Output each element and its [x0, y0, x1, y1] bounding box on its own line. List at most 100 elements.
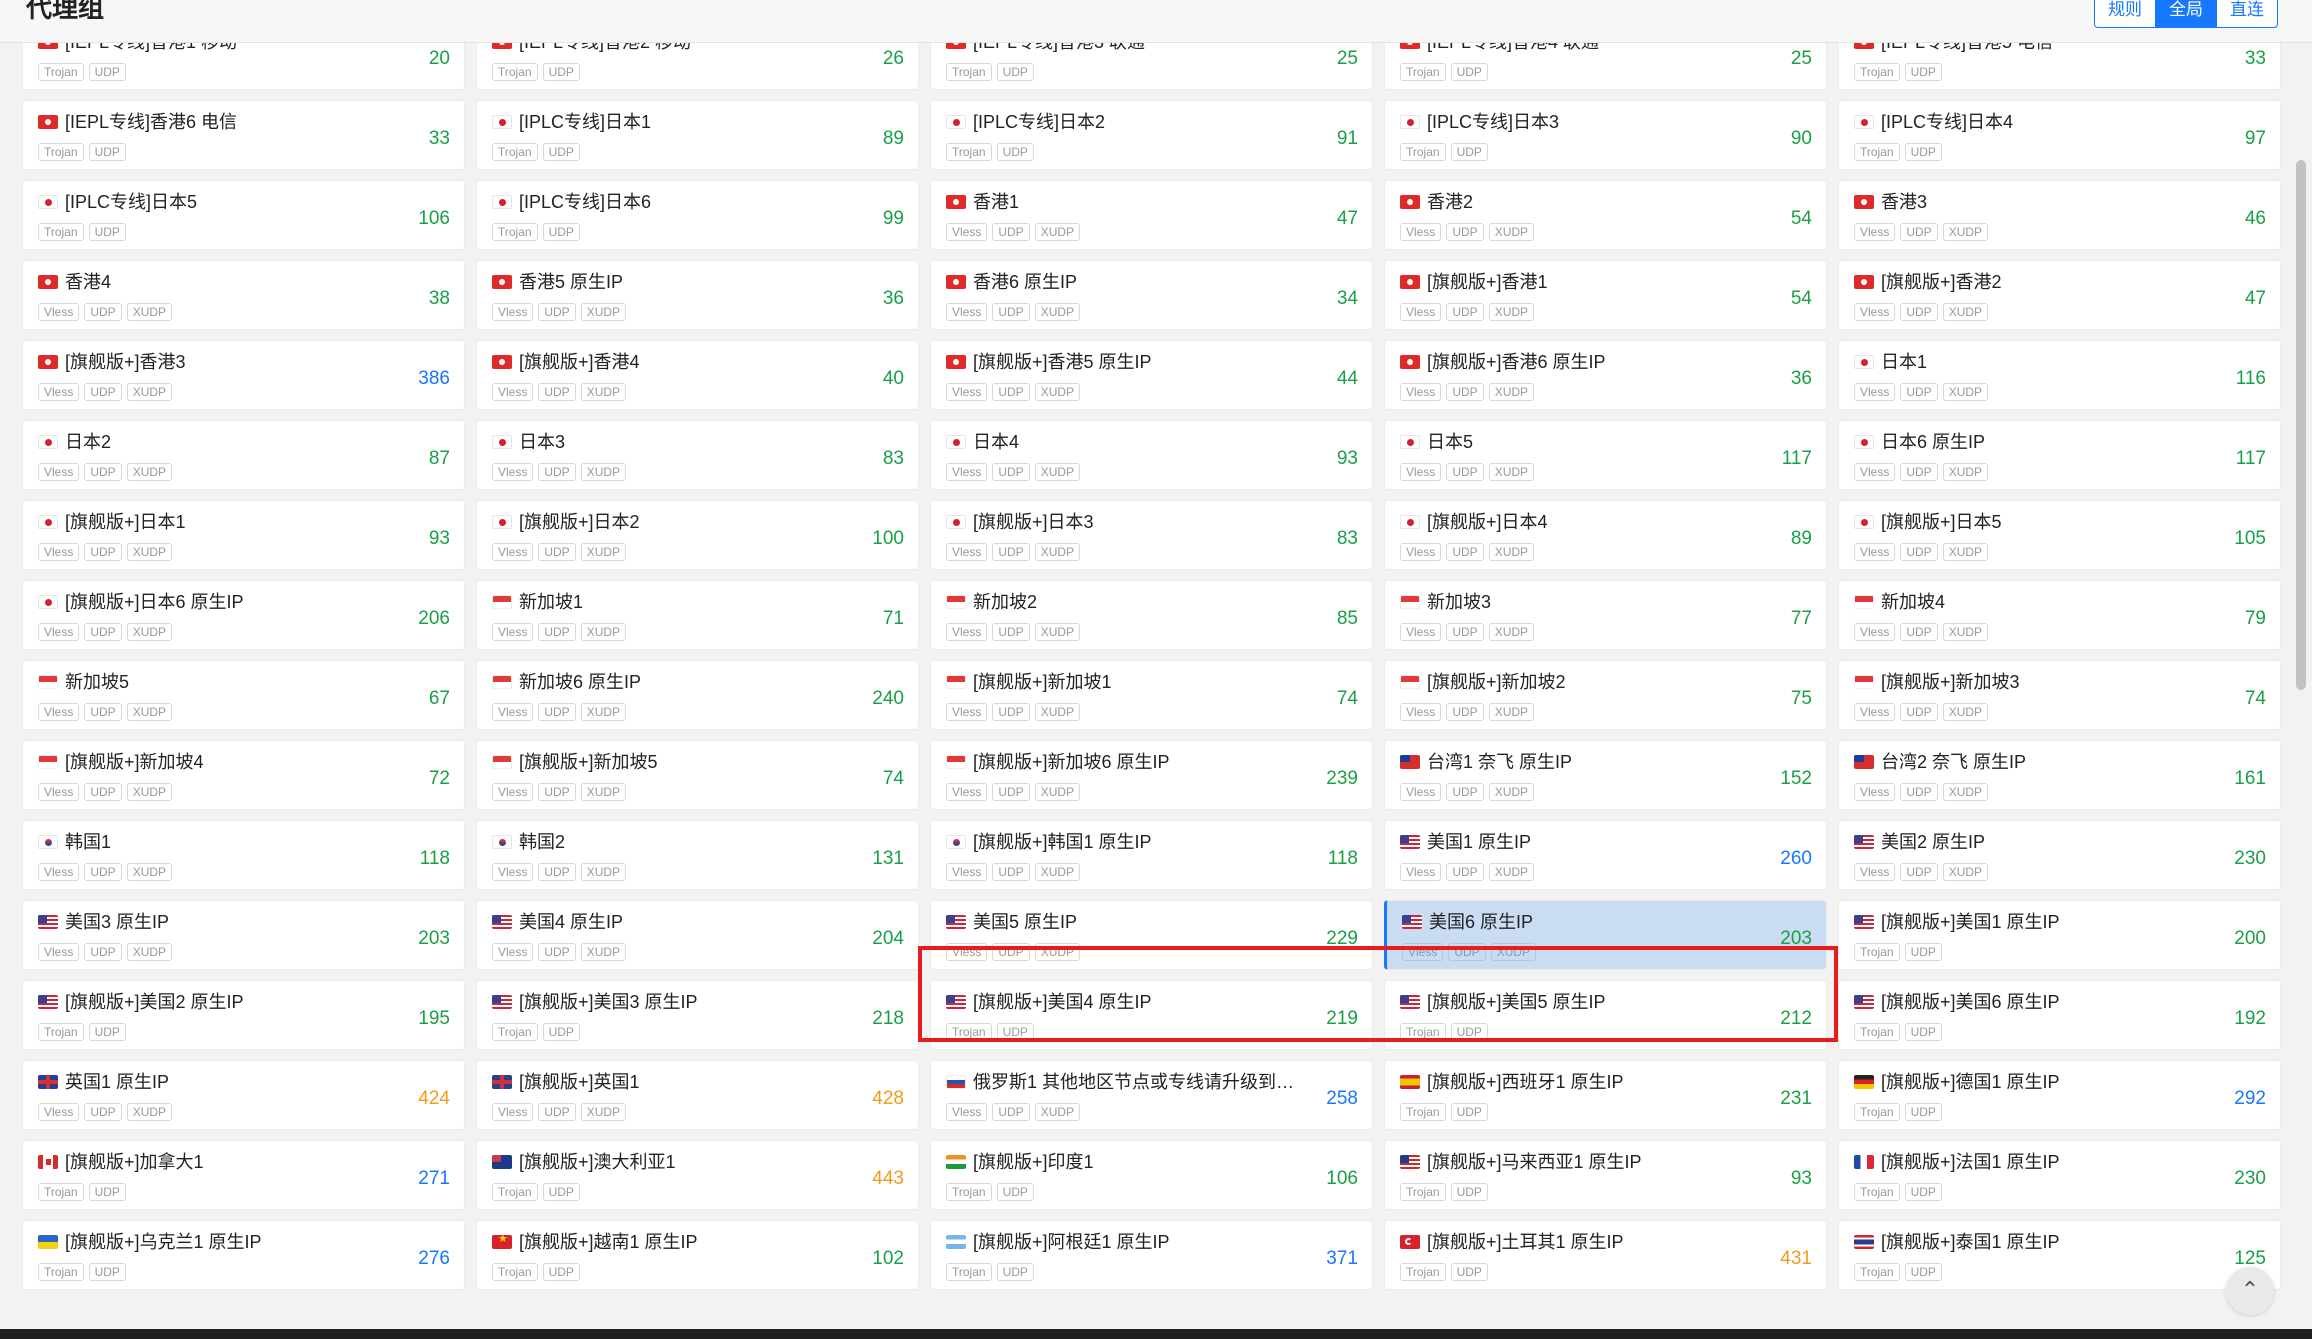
- latency-value[interactable]: 90: [1791, 127, 1812, 151]
- latency-value[interactable]: 91: [1337, 127, 1358, 151]
- proxy-card[interactable]: 美国3 原生IP Vless UDP XUDP 203: [22, 900, 465, 970]
- proxy-card[interactable]: 香港2 Vless UDP XUDP 54: [1384, 180, 1827, 250]
- proxy-card[interactable]: 香港3 Vless UDP XUDP 46: [1838, 180, 2281, 250]
- proxy-card[interactable]: [旗舰版+]香港4 Vless UDP XUDP 40: [476, 340, 919, 410]
- proxy-card[interactable]: [旗舰版+]香港3 Vless UDP XUDP 386: [22, 340, 465, 410]
- proxy-card[interactable]: [IPLC专线]日本1 Trojan UDP 89: [476, 100, 919, 170]
- latency-value[interactable]: 192: [2234, 1007, 2266, 1031]
- latency-value[interactable]: 118: [420, 847, 450, 871]
- latency-value[interactable]: 79: [2245, 607, 2266, 631]
- proxy-card[interactable]: [IPLC专线]日本2 Trojan UDP 91: [930, 100, 1373, 170]
- proxy-card[interactable]: 新加坡1 Vless UDP XUDP 71: [476, 580, 919, 650]
- proxy-card[interactable]: [旗舰版+]新加坡2 Vless UDP XUDP 75: [1384, 660, 1827, 730]
- proxy-card[interactable]: [旗舰版+]日本2 Vless UDP XUDP 100: [476, 500, 919, 570]
- latency-value[interactable]: 46: [2245, 207, 2266, 231]
- proxy-card[interactable]: [旗舰版+]乌克兰1 原生IP Trojan UDP 276: [22, 1220, 465, 1290]
- latency-value[interactable]: 83: [883, 447, 904, 471]
- scrollbar[interactable]: [2290, 42, 2312, 1324]
- latency-value[interactable]: 230: [2234, 1167, 2266, 1191]
- latency-value[interactable]: 47: [1337, 207, 1358, 231]
- proxy-card[interactable]: [旗舰版+]新加坡4 Vless UDP XUDP 72: [22, 740, 465, 810]
- proxy-card[interactable]: 英国1 原生IP Vless UDP XUDP 424: [22, 1060, 465, 1130]
- latency-value[interactable]: 106: [418, 207, 450, 231]
- latency-value[interactable]: 93: [1337, 447, 1358, 471]
- proxy-card[interactable]: [旗舰版+]日本1 Vless UDP XUDP 93: [22, 500, 465, 570]
- proxy-card[interactable]: 新加坡3 Vless UDP XUDP 77: [1384, 580, 1827, 650]
- latency-value[interactable]: 93: [1791, 1167, 1812, 1191]
- proxy-card[interactable]: 新加坡4 Vless UDP XUDP 79: [1838, 580, 2281, 650]
- latency-value[interactable]: 106: [1326, 1167, 1358, 1191]
- proxy-card[interactable]: 日本5 Vless UDP XUDP 117: [1384, 420, 1827, 490]
- latency-value[interactable]: 89: [883, 127, 904, 151]
- latency-value[interactable]: 131: [872, 847, 904, 871]
- latency-value[interactable]: 161: [2234, 767, 2266, 791]
- proxy-card[interactable]: [旗舰版+]韩国1 原生IP Vless UDP XUDP 118: [930, 820, 1373, 890]
- proxy-card[interactable]: 日本1 Vless UDP XUDP 116: [1838, 340, 2281, 410]
- latency-value[interactable]: 85: [1337, 607, 1358, 631]
- proxy-card[interactable]: [旗舰版+]越南1 原生IP TrojanUDP 102: [476, 1220, 919, 1290]
- proxy-card[interactable]: [旗舰版+]新加坡3 Vless UDP XUDP 74: [1838, 660, 2281, 730]
- proxy-card[interactable]: [旗舰版+]新加坡1 Vless UDP XUDP 74: [930, 660, 1373, 730]
- proxy-card[interactable]: 俄罗斯1 其他地区节点或专线请升级到旗舰... Vless UDP XUDP 258: [930, 1060, 1373, 1130]
- proxy-card[interactable]: [旗舰版+]新加坡5 Vless UDP XUDP 74: [476, 740, 919, 810]
- proxy-card[interactable]: [旗舰版+]法国1 原生IP Trojan UDP 230: [1838, 1140, 2281, 1210]
- latency-value[interactable]: 200: [2234, 927, 2266, 951]
- back-to-top-button[interactable]: ⌃: [2226, 1267, 2274, 1315]
- latency-value[interactable]: 34: [1337, 287, 1358, 311]
- proxy-card[interactable]: [旗舰版+]美国2 原生IP Trojan UDP 195: [22, 980, 465, 1050]
- latency-value[interactable]: 218: [872, 1007, 904, 1031]
- proxy-card[interactable]: [旗舰版+]德国1 原生IP Trojan UDP 292: [1838, 1060, 2281, 1130]
- proxy-card[interactable]: 新加坡2 Vless UDP XUDP 85: [930, 580, 1373, 650]
- latency-value[interactable]: 204: [872, 927, 904, 951]
- latency-value[interactable]: 203: [418, 927, 450, 951]
- proxy-card[interactable]: [旗舰版+]印度1 Trojan UDP 106: [930, 1140, 1373, 1210]
- latency-value[interactable]: 386: [418, 367, 450, 391]
- latency-value[interactable]: 26: [883, 47, 904, 71]
- proxy-card[interactable]: 韩国2 Vless UDP XUDP 131: [476, 820, 919, 890]
- latency-value[interactable]: 195: [418, 1007, 450, 1031]
- mode-rule-button[interactable]: 规则: [2095, 0, 2155, 27]
- proxy-card[interactable]: 香港1 Vless UDP XUDP 47: [930, 180, 1373, 250]
- latency-value[interactable]: 431: [1780, 1247, 1812, 1271]
- latency-value[interactable]: 276: [418, 1247, 450, 1271]
- latency-value[interactable]: 428: [872, 1087, 904, 1111]
- latency-value[interactable]: 54: [1791, 207, 1812, 231]
- latency-value[interactable]: 203: [1780, 927, 1812, 951]
- latency-value[interactable]: 239: [1326, 767, 1358, 791]
- proxy-card[interactable]: [IPLC专线]日本5 Trojan UDP 106: [22, 180, 465, 250]
- latency-value[interactable]: 212: [1780, 1007, 1812, 1031]
- proxy-card[interactable]: 日本3 Vless UDP XUDP 83: [476, 420, 919, 490]
- latency-value[interactable]: 74: [2245, 687, 2266, 711]
- latency-value[interactable]: 33: [429, 127, 450, 151]
- latency-value[interactable]: 20: [429, 47, 450, 71]
- latency-value[interactable]: 40: [883, 367, 904, 391]
- latency-value[interactable]: 102: [872, 1247, 904, 1271]
- proxy-card[interactable]: 韩国1 Vless UDP XUDP 118: [22, 820, 465, 890]
- proxy-card[interactable]: [IPLC专线]日本3 Trojan UDP 90: [1384, 100, 1827, 170]
- proxy-card[interactable]: [旗舰版+]马来西亚1 原生IP Trojan UDP 93: [1384, 1140, 1827, 1210]
- proxy-card[interactable]: 香港6 原生IP Vless UDP XUDP 34: [930, 260, 1373, 330]
- latency-value[interactable]: 240: [872, 687, 904, 711]
- latency-value[interactable]: 118: [1328, 847, 1358, 871]
- latency-value[interactable]: 38: [429, 287, 450, 311]
- proxy-card[interactable]: 日本6 原生IP Vless UDP XUDP 117: [1838, 420, 2281, 490]
- latency-value[interactable]: 258: [1326, 1087, 1358, 1111]
- proxy-card[interactable]: 新加坡6 原生IP Vless UDP XUDP 240: [476, 660, 919, 730]
- proxy-card[interactable]: [旗舰版+]日本6 原生IP Vless UDP XUDP 206: [22, 580, 465, 650]
- proxy-card[interactable]: 美国5 原生IP Vless UDP XUDP 229: [930, 900, 1373, 970]
- proxy-card[interactable]: [IPLC专线]日本6 Trojan UDP 99: [476, 180, 919, 250]
- proxy-card[interactable]: 新加坡5 Vless UDP XUDP 67: [22, 660, 465, 730]
- latency-value[interactable]: 230: [2234, 847, 2266, 871]
- proxy-card[interactable]: [旗舰版+]香港6 原生IP Vless UDP XUDP 36: [1384, 340, 1827, 410]
- proxy-card[interactable]: [旗舰版+]阿根廷1 原生IP Trojan UDP 371: [930, 1220, 1373, 1290]
- proxy-card[interactable]: 香港4 Vless UDP XUDP 38: [22, 260, 465, 330]
- latency-value[interactable]: 443: [872, 1167, 904, 1191]
- proxy-card[interactable]: [旗舰版+]香港2 Vless UDP XUDP 47: [1838, 260, 2281, 330]
- proxy-card[interactable]: [旗舰版+]日本4 Vless UDP XUDP 89: [1384, 500, 1827, 570]
- mode-direct-button[interactable]: 直连: [2216, 0, 2277, 27]
- mode-global-button[interactable]: 全局: [2155, 0, 2216, 27]
- latency-value[interactable]: 231: [1780, 1087, 1812, 1111]
- proxy-card[interactable]: [旗舰版+]泰国1 原生IP Trojan UDP 125: [1838, 1220, 2281, 1290]
- proxy-card[interactable]: [IPLC专线]日本4 Trojan UDP 97: [1838, 100, 2281, 170]
- proxy-card[interactable]: [旗舰版+]日本3 Vless UDP XUDP 83: [930, 500, 1373, 570]
